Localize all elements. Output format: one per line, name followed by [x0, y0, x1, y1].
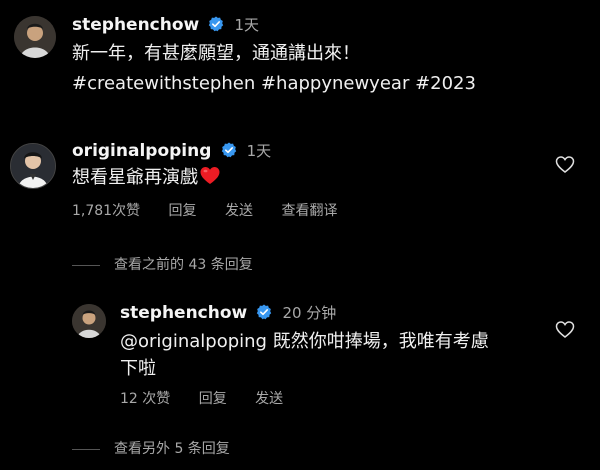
reply-text: @originalpoping 既然你咁捧場，我唯有考慮 下啦: [120, 328, 489, 382]
reply-text-line2: 下啦: [120, 358, 156, 379]
reply-header: stephenchow 20 分钟: [120, 302, 336, 323]
reply-username[interactable]: stephenchow: [120, 303, 247, 323]
reply-send-button[interactable]: 发送: [255, 391, 283, 407]
divider-dash: [72, 264, 100, 266]
comment-translate-button[interactable]: 查看翻译: [281, 203, 337, 219]
comment-text-content: 想看星爺再演戲: [72, 167, 198, 188]
view-more-replies[interactable]: 查看另外 5 条回复: [72, 438, 230, 458]
post-header: stephenchow 1天: [72, 14, 259, 35]
reply-likes-count[interactable]: 12 次赞: [120, 391, 170, 407]
divider-dash: [72, 448, 100, 450]
reply-like-heart-icon[interactable]: [555, 320, 575, 340]
reply-reply-button[interactable]: 回复: [199, 391, 227, 407]
verified-badge-icon: [209, 16, 224, 32]
post-hashtags[interactable]: #createwithstephen #happynewyear #2023: [72, 70, 476, 97]
post-time: 1天: [234, 16, 259, 34]
post-username[interactable]: stephenchow: [72, 15, 199, 35]
comment-avatar[interactable]: [10, 143, 56, 189]
post-caption: 新一年，有甚麼願望，通通講出來！ #createwithstephen #hap…: [72, 40, 476, 97]
comment-likes-count[interactable]: 1,781次赞: [72, 203, 140, 219]
comment-send-button[interactable]: 发送: [225, 203, 253, 219]
view-previous-replies-label[interactable]: 查看之前的 43 条回复: [114, 257, 253, 273]
comment-header: originalpoping 1天: [72, 140, 271, 161]
reply-text-line1: @originalpoping 既然你咁捧場，我唯有考慮: [120, 331, 489, 352]
comment-reply-button[interactable]: 回复: [169, 203, 197, 219]
post-avatar[interactable]: [14, 16, 56, 58]
reply-meta-row: 12 次赞 回复 发送: [120, 388, 307, 408]
comment-like-heart-icon[interactable]: [555, 155, 575, 175]
reply-time: 20 分钟: [282, 304, 337, 322]
view-previous-replies[interactable]: 查看之前的 43 条回复: [72, 254, 253, 274]
red-heart-emoji-icon: [200, 167, 220, 184]
verified-badge-icon: [221, 142, 236, 158]
comment-time: 1天: [246, 142, 272, 160]
comment-meta-row: 1,781次赞 回复 发送 查看翻译: [72, 200, 361, 220]
verified-badge-icon: [257, 304, 272, 320]
view-more-replies-label[interactable]: 查看另外 5 条回复: [114, 441, 230, 457]
post-caption-line1: 新一年，有甚麼願望，通通講出來！: [72, 43, 360, 64]
comment-username[interactable]: originalpoping: [72, 141, 211, 161]
comment-text: 想看星爺再演戲: [72, 164, 220, 191]
reply-avatar[interactable]: [72, 304, 106, 338]
